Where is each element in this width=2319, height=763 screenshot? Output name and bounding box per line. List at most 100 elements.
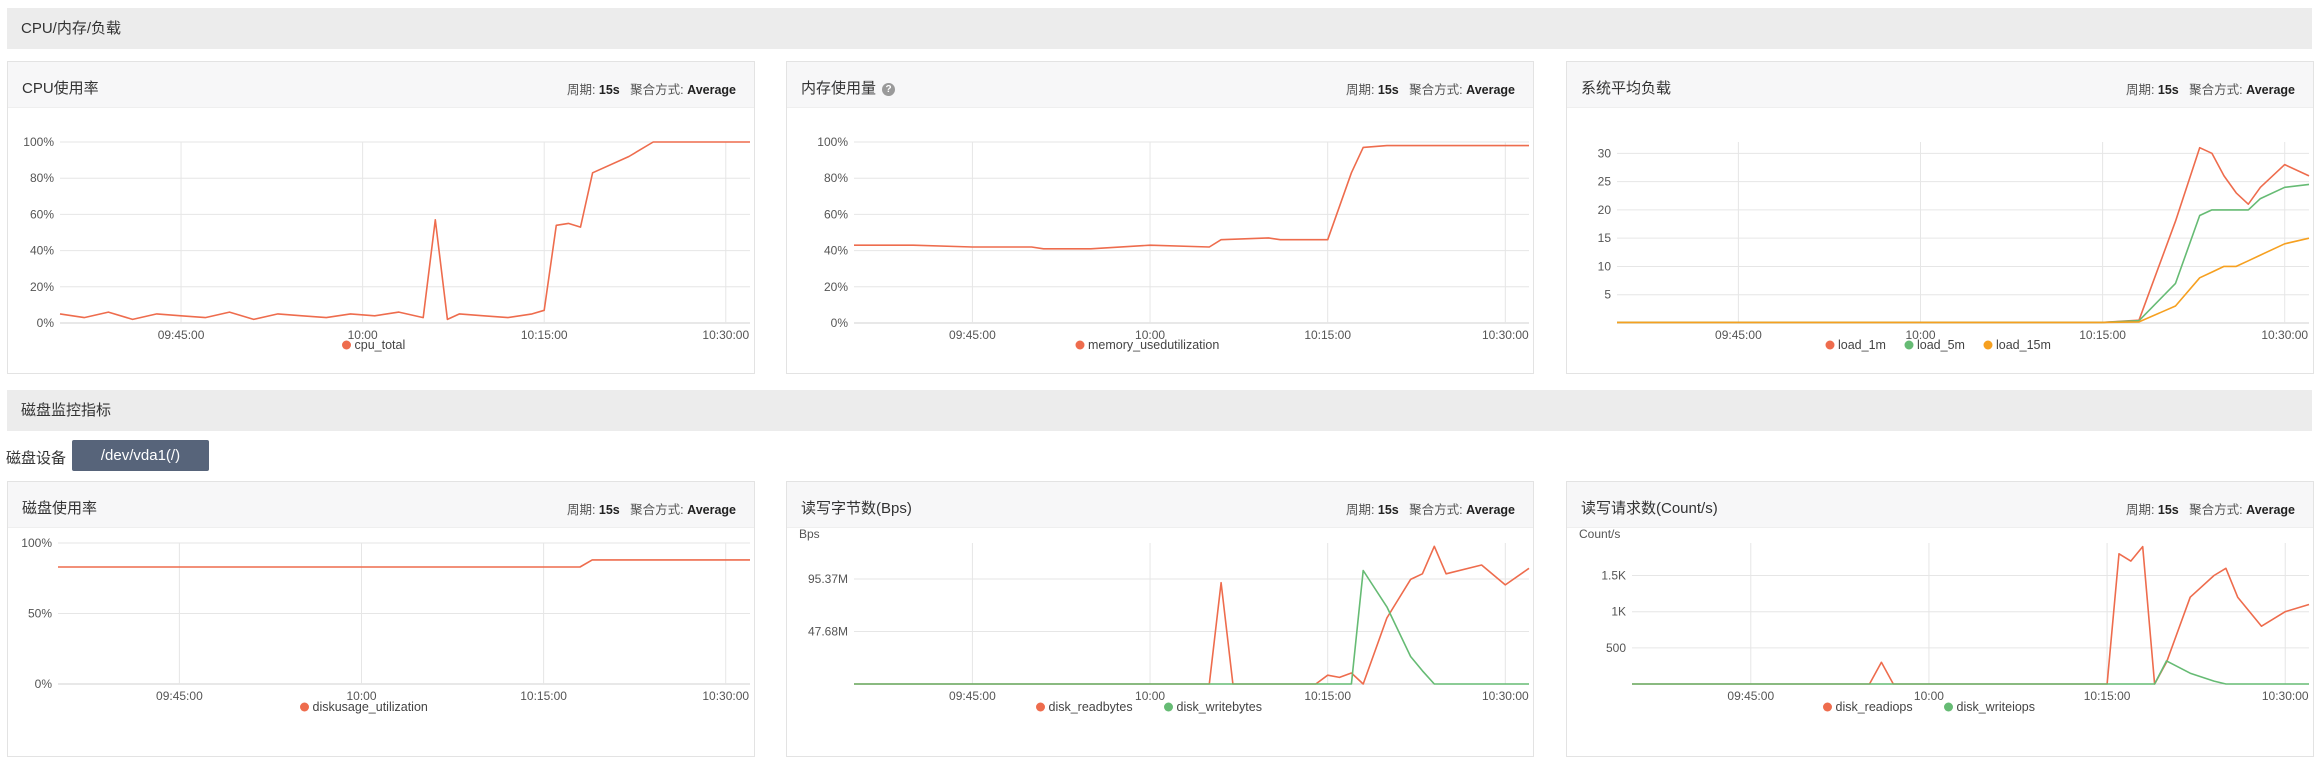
y-tick-label: 20 [1598,203,1612,217]
metric-panel: 内存使用量? 周期: 15s 聚合方式: Average 100% 80% 60% 40%… [786,61,1534,374]
metric-panel: 读写字节数(Bps) 周期: 15s 聚合方式: Average Bps 95.37M… [786,481,1534,757]
question-circle-icon[interactable]: ? [882,83,896,96]
y-tick-label: 0% [831,316,849,330]
panel-title-text: 系统平均负载 [1581,80,1672,97]
series-line-disk_writebytes [854,569,1529,685]
period-label: 周期: [1345,503,1378,517]
panel-header: 磁盘使用率 周期: 15s 聚合方式: Average [8,482,754,528]
y-tick-label: 0% [37,316,55,330]
legend-item-diskusage_utilization[interactable]: diskusage_utilization [300,700,428,714]
x-tick-label: 10:30:00 [1482,689,1529,703]
legend-label: disk_writebytes [1177,700,1262,714]
y-tick-label: 1.5K [1601,569,1626,583]
line-chart: 100%80%60%40%20%0%09:45:00 10:00 10:15:00 1… [23,135,750,352]
legend-item-disk_writebytes[interactable]: disk_writebytes [1164,700,1262,714]
legend-label: disk_writeiops [1957,700,2036,714]
x-tick-label: 09:45:00 [1727,689,1774,703]
line-chart: 3025201510509:45:00 10:00 10:15:00 10:30:00… [1598,142,2310,352]
legend-marker [1825,340,1835,350]
series-line-memory_usedutilization [854,144,1529,250]
x-tick-label: 10:15:00 [520,689,567,703]
y-tick-label: 95.37M [808,572,848,586]
legend-marker [1904,340,1914,350]
x-tick-label: 10:30:00 [2262,689,2309,703]
panel-header: 内存使用量? 周期: 15s 聚合方式: Average [787,62,1533,108]
legend-label: load_1m [1838,338,1886,352]
y-tick-label: 47.68M [808,624,848,638]
series-line-disk_writeiops [1632,660,2309,685]
y-tick-label: 100% [21,536,52,550]
panel-header: CPU使用率 周期: 15s 聚合方式: Average [8,62,754,108]
x-tick-label: 10:15:00 [1304,689,1351,703]
series-line-diskusage_utilization [58,559,750,568]
legend-marker [1823,702,1832,712]
legend-marker [1036,702,1045,712]
series-line-load_1m [1617,146,2310,324]
panel-title: 读写请求数(Count/s) [1581,497,1718,518]
x-tick-label: 10:30:00 [1482,328,1529,342]
legend-item-load_15m[interactable]: load_15m [1983,338,2051,352]
y-tick-label: 40% [824,244,848,258]
x-tick-label: 10:30:00 [702,328,749,342]
y-axis-unit-label: Bps [799,528,820,541]
metric-panel: 磁盘使用率 周期: 15s 聚合方式: Average 100% 50% 0% 09:45… [7,481,755,757]
legend-label: disk_readbytes [1049,700,1133,714]
y-tick-label: 0% [35,677,53,691]
line-chart: 100%50%0%09:45:00 10:00 10:15:00 10:30:00di… [21,536,750,714]
legend-item-disk_readiops[interactable]: disk_readiops [1823,700,1913,714]
panel-title: 磁盘使用率 [22,497,97,518]
aggregation-label: 聚合方式: [1398,83,1467,97]
series-line-disk_readiops [1632,545,2310,685]
legend-item-memory_usedutilization[interactable]: memory_usedutilization [1075,338,1220,352]
x-tick-label: 09:45:00 [158,328,205,342]
y-axis-unit-label: Count/s [1579,528,1620,541]
period-value: 15s [598,503,620,517]
period-label: 周期: [566,503,599,517]
disk-device-select[interactable]: /dev/vda1(/) [72,440,209,471]
legend-marker [1983,340,1993,350]
panel-title-text: CPU使用率 [22,80,99,97]
panel-header: 系统平均负载 周期: 15s 聚合方式: Average [1567,62,2313,108]
period-label: 周期: [2125,503,2158,517]
aggregation-label: 聚合方式: [619,503,688,517]
x-tick-label: 09:45:00 [1715,328,1762,342]
legend-item-disk_writeiops[interactable]: disk_writeiops [1944,700,2035,714]
panel-title: 读写字节数(Bps) [801,497,912,518]
aggregation-value: Average [1466,83,1515,97]
legend-item-disk_readbytes[interactable]: disk_readbytes [1036,700,1133,714]
aggregation-label: 聚合方式: [619,83,688,97]
aggregation-label: 聚合方式: [2178,83,2247,97]
series-line-disk_readbytes [854,545,1530,685]
aggregation-label: 聚合方式: [2178,503,2247,517]
metric-panel: 系统平均负载 周期: 15s 聚合方式: Average 30 25 20 15 10 5 09… [1566,61,2314,374]
x-tick-label: 10:15:00 [521,328,568,342]
period-value: 15s [598,83,620,97]
x-tick-label: 10:15:00 [2079,328,2126,342]
x-tick-label: 09:45:00 [949,328,996,342]
panel-meta: 周期: 15s 聚合方式: Average [2126,79,2295,98]
x-tick-label: 09:45:00 [156,689,203,703]
line-chart: Bps 95.37M 47.68M 09:45:00 10:00 10:15:00 10:3… [799,528,1530,714]
panel-meta: 周期: 15s 聚合方式: Average [1346,79,1515,98]
section-header-disk-metrics: 磁盘监控指标 [7,390,2312,431]
panel-title: 内存使用量? [801,77,896,98]
y-tick-label: 100% [817,135,848,149]
panel-meta: 周期: 15s 聚合方式: Average [567,79,736,98]
x-tick-label: 10:15:00 [2084,689,2131,703]
panel-meta: 周期: 15s 聚合方式: Average [567,499,736,518]
y-tick-label: 10 [1598,259,1612,273]
y-tick-label: 20% [30,280,54,294]
x-tick-label: 10:00 [1914,689,1944,703]
x-tick-label: 10:15:00 [1304,328,1351,342]
panel-meta: 周期: 15s 聚合方式: Average [1346,499,1515,518]
y-tick-label: 40% [30,244,54,258]
period-value: 15s [1377,83,1399,97]
aggregation-value: Average [2246,503,2295,517]
y-tick-label: 60% [824,207,848,221]
period-value: 15s [1377,503,1399,517]
panel-title-text: 读写请求数(Count/s) [1581,500,1718,517]
legend-marker [300,702,309,712]
panel-title: CPU使用率 [22,77,99,98]
legend-item-load_1m[interactable]: load_1m [1825,338,1886,352]
aggregation-value: Average [1466,503,1515,517]
